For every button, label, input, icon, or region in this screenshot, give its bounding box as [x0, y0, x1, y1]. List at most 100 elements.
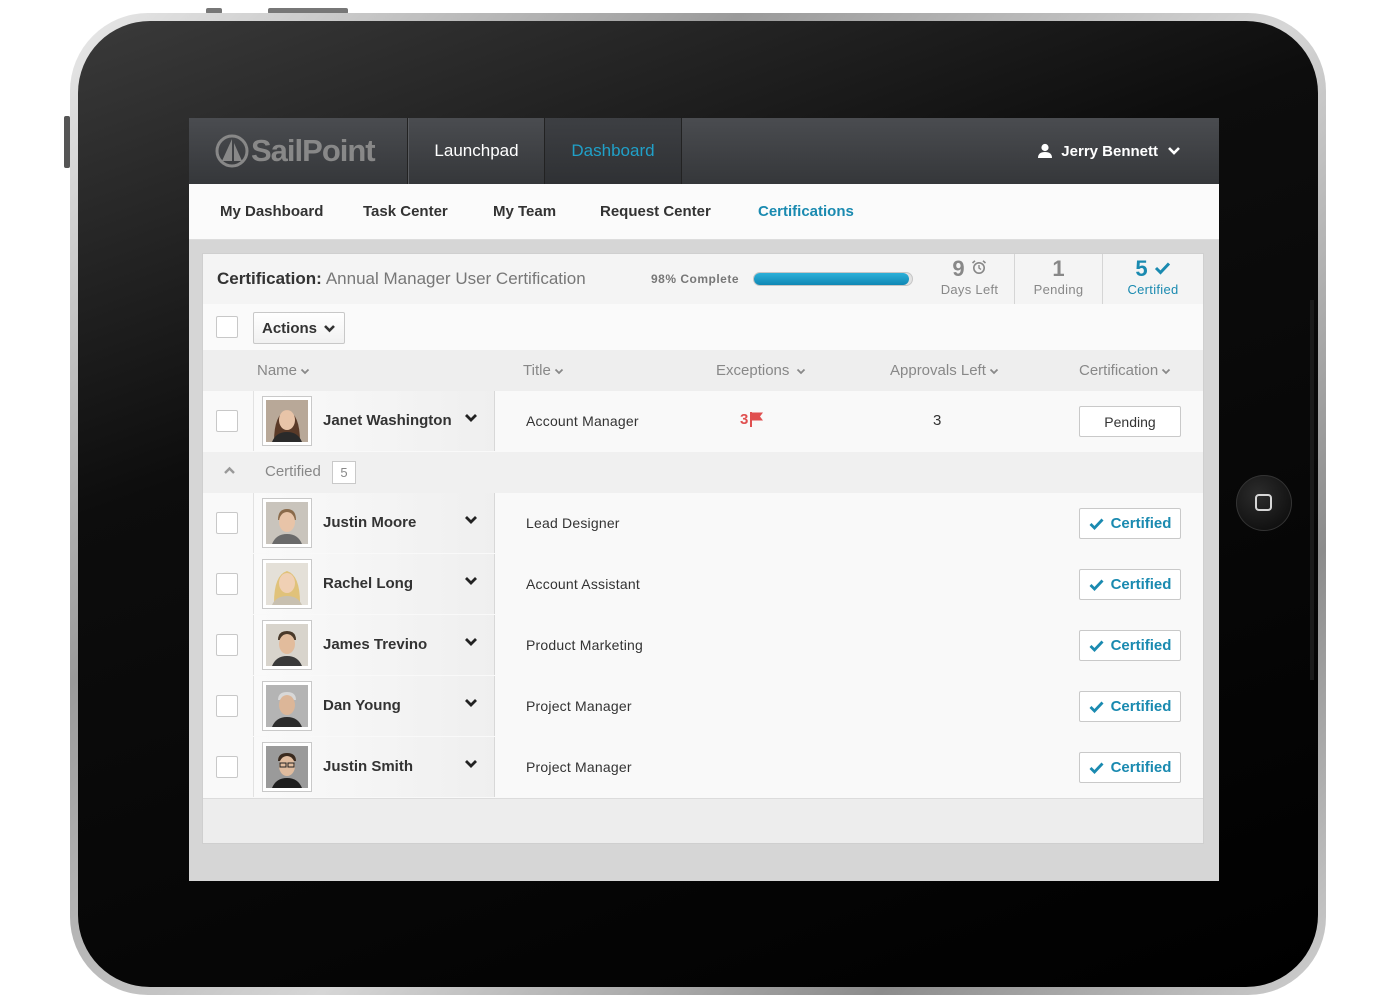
person-name[interactable]: James Trevino: [323, 615, 427, 675]
nav-dashboard[interactable]: Dashboard: [545, 118, 682, 184]
subnav-my-dashboard[interactable]: My Dashboard: [220, 184, 323, 239]
row-checkbox[interactable]: [216, 512, 238, 534]
days-left-value: 9: [952, 256, 965, 281]
chevron-down-icon[interactable]: [464, 637, 478, 647]
subnav-request-center[interactable]: Request Center: [600, 184, 711, 239]
person-name[interactable]: Justin Smith: [323, 737, 413, 797]
brand-logo[interactable]: SailPoint: [189, 118, 408, 184]
chevron-down-icon[interactable]: [464, 413, 478, 423]
user-name: Jerry Bennett: [1061, 142, 1158, 160]
pending-value: 1: [1052, 256, 1065, 281]
identity-cell: Rachel Long: [253, 554, 495, 614]
pending-caption: Pending: [1033, 282, 1084, 297]
chevron-down-icon[interactable]: [464, 759, 478, 769]
avatar: [262, 620, 312, 670]
chevron-down-icon: [324, 324, 335, 332]
table-row: Justin Smith Project Manager Certified: [203, 737, 1203, 799]
alarm-clock-icon: [971, 260, 986, 274]
sort-chevron-icon: [1162, 368, 1171, 374]
person-title: Lead Designer: [526, 515, 620, 531]
select-all-checkbox[interactable]: [216, 316, 238, 338]
avatar: [262, 559, 312, 609]
person-name[interactable]: Justin Moore: [323, 493, 416, 553]
column-header-name[interactable]: Name: [257, 350, 310, 391]
table-row: Justin Moore Lead Designer Certified: [203, 493, 1203, 555]
checkmark-icon: [1089, 762, 1104, 774]
user-icon: [1038, 143, 1053, 158]
certified-status-button[interactable]: Certified: [1079, 508, 1181, 539]
pending-status-button[interactable]: Pending: [1079, 406, 1181, 437]
sailpoint-logo-icon: [215, 134, 249, 168]
exceptions-count[interactable]: 3: [740, 391, 765, 449]
certification-panel: Certification: Annual Manager User Certif…: [202, 253, 1204, 844]
home-button[interactable]: [1236, 475, 1292, 531]
certified-group-header: Certified 5: [203, 452, 1203, 494]
table-header: Name Title Exceptions Approvals Left Cer…: [203, 350, 1203, 392]
days-left-caption: Days Left: [940, 282, 999, 297]
checkmark-icon: [1089, 518, 1104, 530]
column-header-approvals-left[interactable]: Approvals Left: [890, 350, 999, 391]
person-name[interactable]: Rachel Long: [323, 554, 413, 614]
table-row: Rachel Long Account Assistant Certified: [203, 554, 1203, 616]
person-title: Project Manager: [526, 698, 632, 714]
certified-status-button[interactable]: Certified: [1079, 752, 1181, 783]
certification-label: Certification:: [217, 269, 322, 288]
row-checkbox[interactable]: [216, 756, 238, 778]
certified-caption: Certified: [1127, 282, 1179, 297]
column-header-certification[interactable]: Certification: [1079, 350, 1171, 391]
column-header-exceptions[interactable]: Exceptions: [716, 350, 806, 391]
person-title: Account Manager: [526, 413, 639, 429]
row-checkbox[interactable]: [216, 410, 238, 432]
sub-navigation: My Dashboard Task Center My Team Request…: [189, 184, 1219, 240]
person-photo-icon: [266, 502, 308, 544]
checkmark-icon: [1089, 579, 1104, 591]
actions-dropdown-button[interactable]: Actions: [253, 312, 345, 344]
app-screen: SailPoint Launchpad Dashboard Jerry Benn…: [189, 118, 1219, 881]
column-header-title[interactable]: Title: [523, 350, 564, 391]
row-checkbox[interactable]: [216, 695, 238, 717]
identity-cell: Dan Young: [253, 676, 495, 736]
progress-bar: [753, 272, 913, 286]
subnav-my-team[interactable]: My Team: [493, 184, 556, 239]
progress-fill: [754, 273, 909, 285]
person-title: Project Manager: [526, 759, 632, 775]
sort-chevron-icon: [300, 368, 310, 374]
person-name[interactable]: Dan Young: [323, 676, 401, 736]
sort-chevron-icon: [797, 368, 806, 374]
chevron-up-icon[interactable]: [223, 466, 236, 475]
person-photo-icon: [266, 563, 308, 605]
group-label: Certified: [265, 463, 321, 480]
checkmark-icon: [1089, 640, 1104, 652]
row-checkbox[interactable]: [216, 573, 238, 595]
identity-cell: Justin Smith: [253, 737, 495, 797]
certification-name: Annual Manager User Certification: [325, 269, 586, 288]
avatar: [262, 742, 312, 792]
user-menu[interactable]: Jerry Bennett: [1037, 118, 1189, 184]
pending-stat[interactable]: 1 Pending: [1014, 254, 1102, 304]
actions-label: Actions: [261, 319, 317, 337]
row-checkbox[interactable]: [216, 634, 238, 656]
approvals-left-value: 3: [933, 412, 942, 429]
person-title: Product Marketing: [526, 637, 644, 653]
person-photo-icon: [266, 624, 308, 666]
person-photo-icon: [266, 746, 308, 788]
days-left-stat: 9 Days Left: [925, 254, 1014, 304]
subnav-task-center[interactable]: Task Center: [363, 184, 448, 239]
table-row: Dan Young Project Manager Certified: [203, 676, 1203, 738]
person-photo-icon: [266, 685, 308, 727]
certified-value: 5: [1135, 256, 1148, 281]
chevron-down-icon[interactable]: [464, 576, 478, 586]
certified-status-button[interactable]: Certified: [1079, 630, 1181, 661]
chevron-down-icon[interactable]: [464, 515, 478, 525]
nav-launchpad[interactable]: Launchpad: [408, 118, 545, 184]
subnav-certifications[interactable]: Certifications: [758, 184, 854, 239]
certified-status-button[interactable]: Certified: [1079, 691, 1181, 722]
person-name[interactable]: Janet Washington: [323, 391, 452, 451]
table-row: James Trevino Product Marketing Certifie…: [203, 615, 1203, 677]
identity-cell: Janet Washington: [253, 391, 495, 451]
identity-cell: James Trevino: [253, 615, 495, 675]
certified-status-button[interactable]: Certified: [1079, 569, 1181, 600]
certified-stat[interactable]: 5 Certified: [1102, 254, 1203, 304]
certification-title: Certification: Annual Manager User Certif…: [217, 254, 586, 304]
chevron-down-icon[interactable]: [464, 698, 478, 708]
